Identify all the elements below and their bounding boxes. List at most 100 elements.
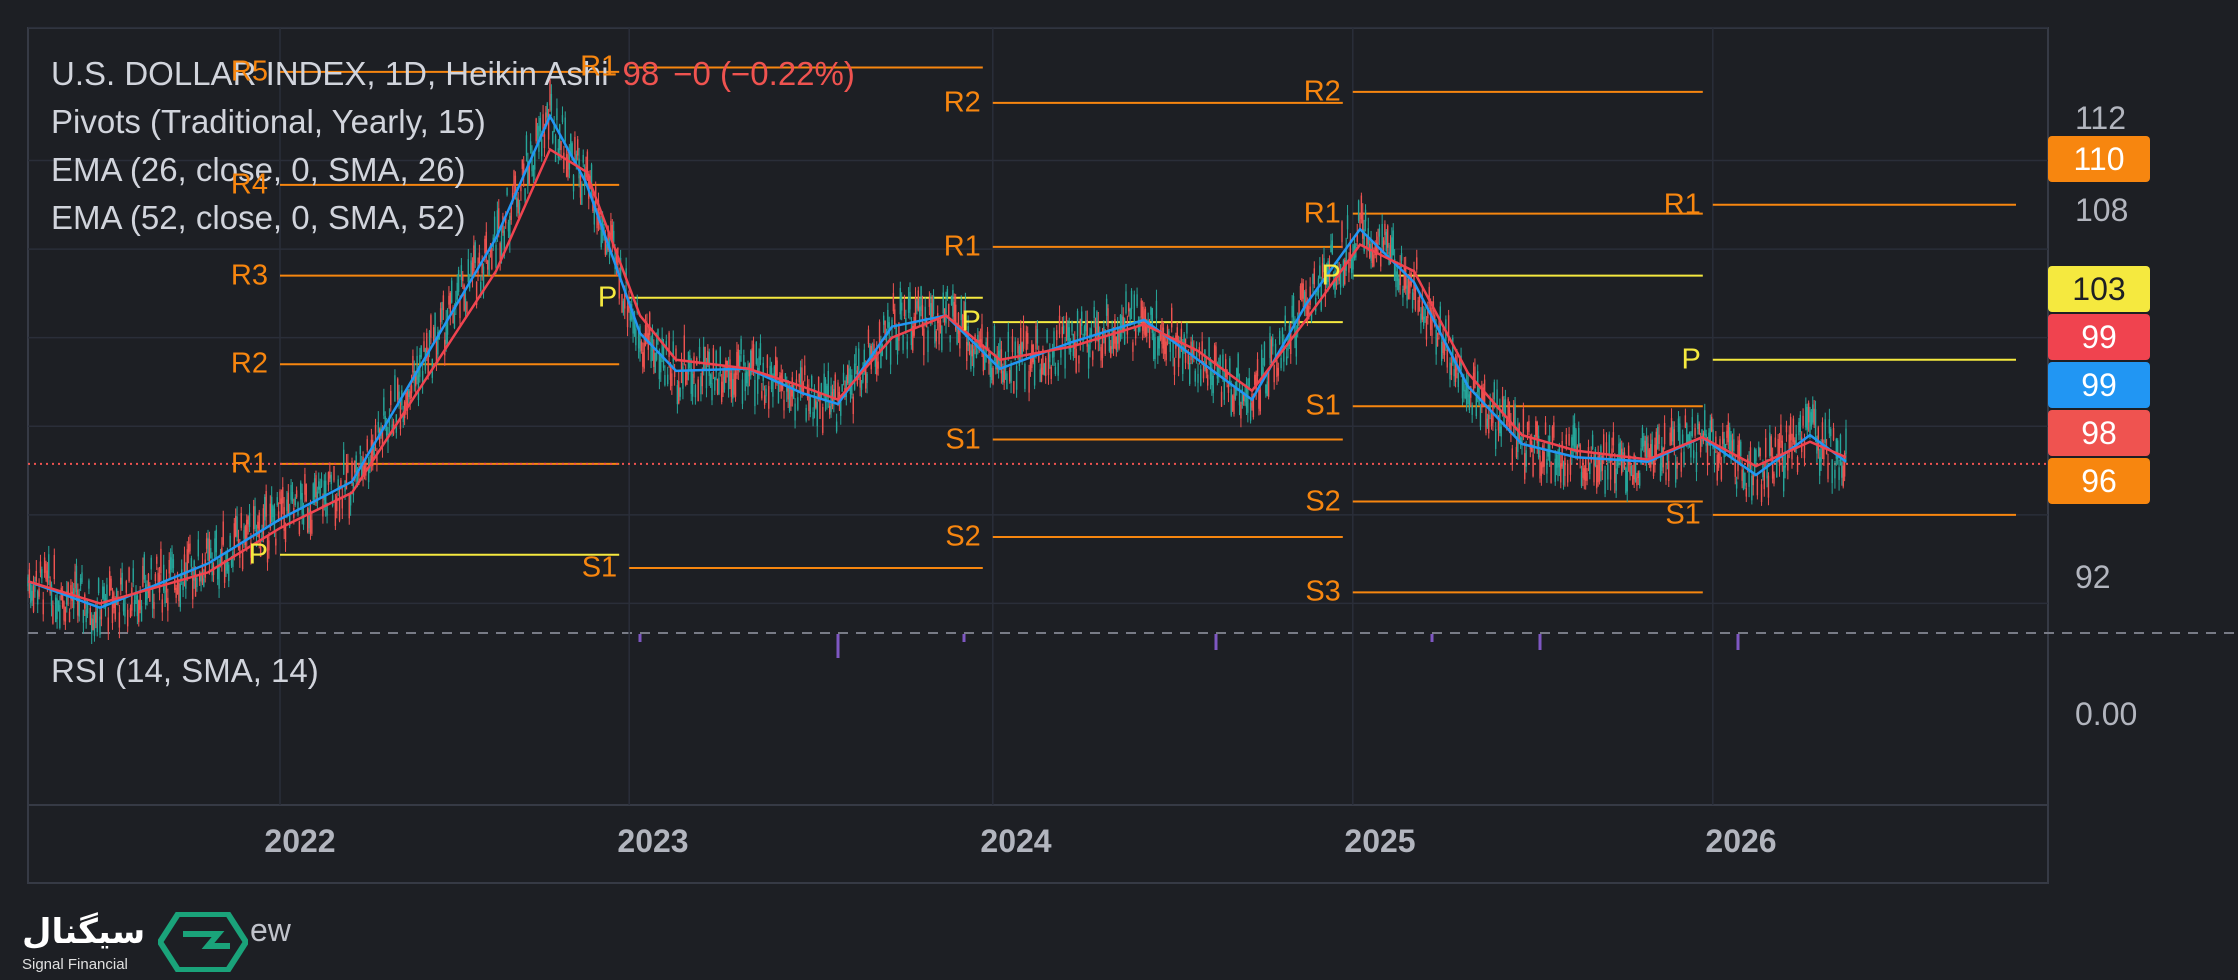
logo-subtitle: Signal Financial [22, 956, 128, 973]
candle [290, 479, 292, 504]
candle [1352, 244, 1354, 280]
candle [1162, 321, 1165, 359]
candle [697, 376, 699, 402]
candle [1638, 470, 1641, 489]
candle [1292, 292, 1295, 327]
candle [1399, 255, 1401, 295]
candle [1291, 295, 1293, 325]
badge-pivot-p: 103 [2048, 266, 2150, 312]
candle [430, 313, 432, 345]
candle [1007, 322, 1010, 362]
candle [187, 536, 190, 564]
pivot-label-2022-R4: R4 [230, 168, 268, 201]
candle [156, 554, 158, 571]
chart-container[interactable]: U.S. DOLLAR INDEX, 1D, Heikin Ashi 98 −0 (… [0, 0, 2238, 980]
candle [336, 492, 338, 519]
candle [1452, 334, 1454, 366]
candle [272, 504, 274, 524]
candle [1659, 456, 1662, 482]
candle [1237, 352, 1239, 380]
candle [1360, 192, 1363, 224]
candle [1449, 357, 1451, 388]
candle [54, 594, 57, 623]
candle [828, 401, 831, 419]
candle [449, 291, 452, 326]
candle [222, 510, 224, 547]
candle [1013, 380, 1015, 395]
candle [1632, 464, 1634, 486]
indicator-pivots[interactable]: Pivots (Traditional, Yearly, 15) [51, 98, 855, 146]
candle [1197, 363, 1199, 393]
candle [1263, 341, 1266, 367]
pivot-label-2024-R1: R1 [943, 230, 981, 263]
candle [1224, 353, 1227, 380]
candle [716, 378, 719, 396]
candle [212, 562, 215, 583]
candle [780, 364, 782, 399]
candle [1643, 433, 1645, 453]
candle [1604, 465, 1606, 498]
candle [690, 358, 692, 402]
candle [687, 351, 690, 381]
candle [768, 381, 770, 418]
candle [1665, 462, 1667, 485]
indicator-ema26[interactable]: EMA (26, close, 0, SMA, 26) [51, 146, 855, 194]
candle [149, 582, 151, 602]
rsi-indicator-label[interactable]: RSI (14, SMA, 14) [51, 652, 319, 690]
candle [143, 551, 146, 583]
candle [997, 343, 1000, 379]
candle [1110, 339, 1112, 359]
candle [1656, 424, 1659, 450]
indicator-ema52[interactable]: EMA (52, close, 0, SMA, 52) [51, 194, 855, 242]
candle [1231, 394, 1234, 413]
candle [1831, 459, 1833, 494]
candle [1011, 329, 1014, 358]
candle [374, 418, 377, 451]
candle [1684, 408, 1687, 429]
candle [672, 330, 674, 368]
candle [1720, 456, 1723, 482]
candle [1134, 326, 1137, 346]
candle [1345, 237, 1347, 276]
candle [1054, 362, 1057, 377]
candle [1738, 433, 1741, 466]
candle [129, 604, 132, 619]
candle [1265, 383, 1267, 398]
candle [1417, 296, 1419, 316]
candle [621, 293, 623, 314]
candle [959, 328, 961, 357]
pivot-label-2025-R2: R2 [1303, 75, 1341, 108]
candle [682, 362, 684, 400]
candle [107, 607, 110, 640]
candle [1158, 332, 1160, 356]
candle [1457, 367, 1460, 393]
candle [203, 569, 205, 588]
candle [999, 337, 1001, 371]
candle [635, 323, 637, 351]
candle [1086, 310, 1088, 353]
candle [920, 285, 922, 317]
candle [1247, 378, 1249, 423]
candle [761, 382, 763, 401]
candle [747, 360, 749, 396]
candle [1564, 454, 1566, 487]
candle [1353, 238, 1356, 261]
candle [1600, 444, 1602, 482]
candle [172, 554, 175, 574]
candle [420, 345, 422, 360]
candle [1301, 278, 1303, 302]
candle [1161, 318, 1163, 354]
candle [1155, 289, 1158, 328]
candle [1047, 351, 1050, 385]
candle [935, 329, 938, 349]
candle [783, 390, 785, 419]
candle [1422, 306, 1425, 329]
candle [680, 352, 683, 384]
candle [1348, 252, 1350, 283]
candle [359, 445, 362, 466]
candle [1789, 413, 1792, 450]
candle [718, 372, 720, 396]
candle [210, 539, 212, 559]
candle [1087, 343, 1090, 379]
candle [1740, 439, 1742, 467]
